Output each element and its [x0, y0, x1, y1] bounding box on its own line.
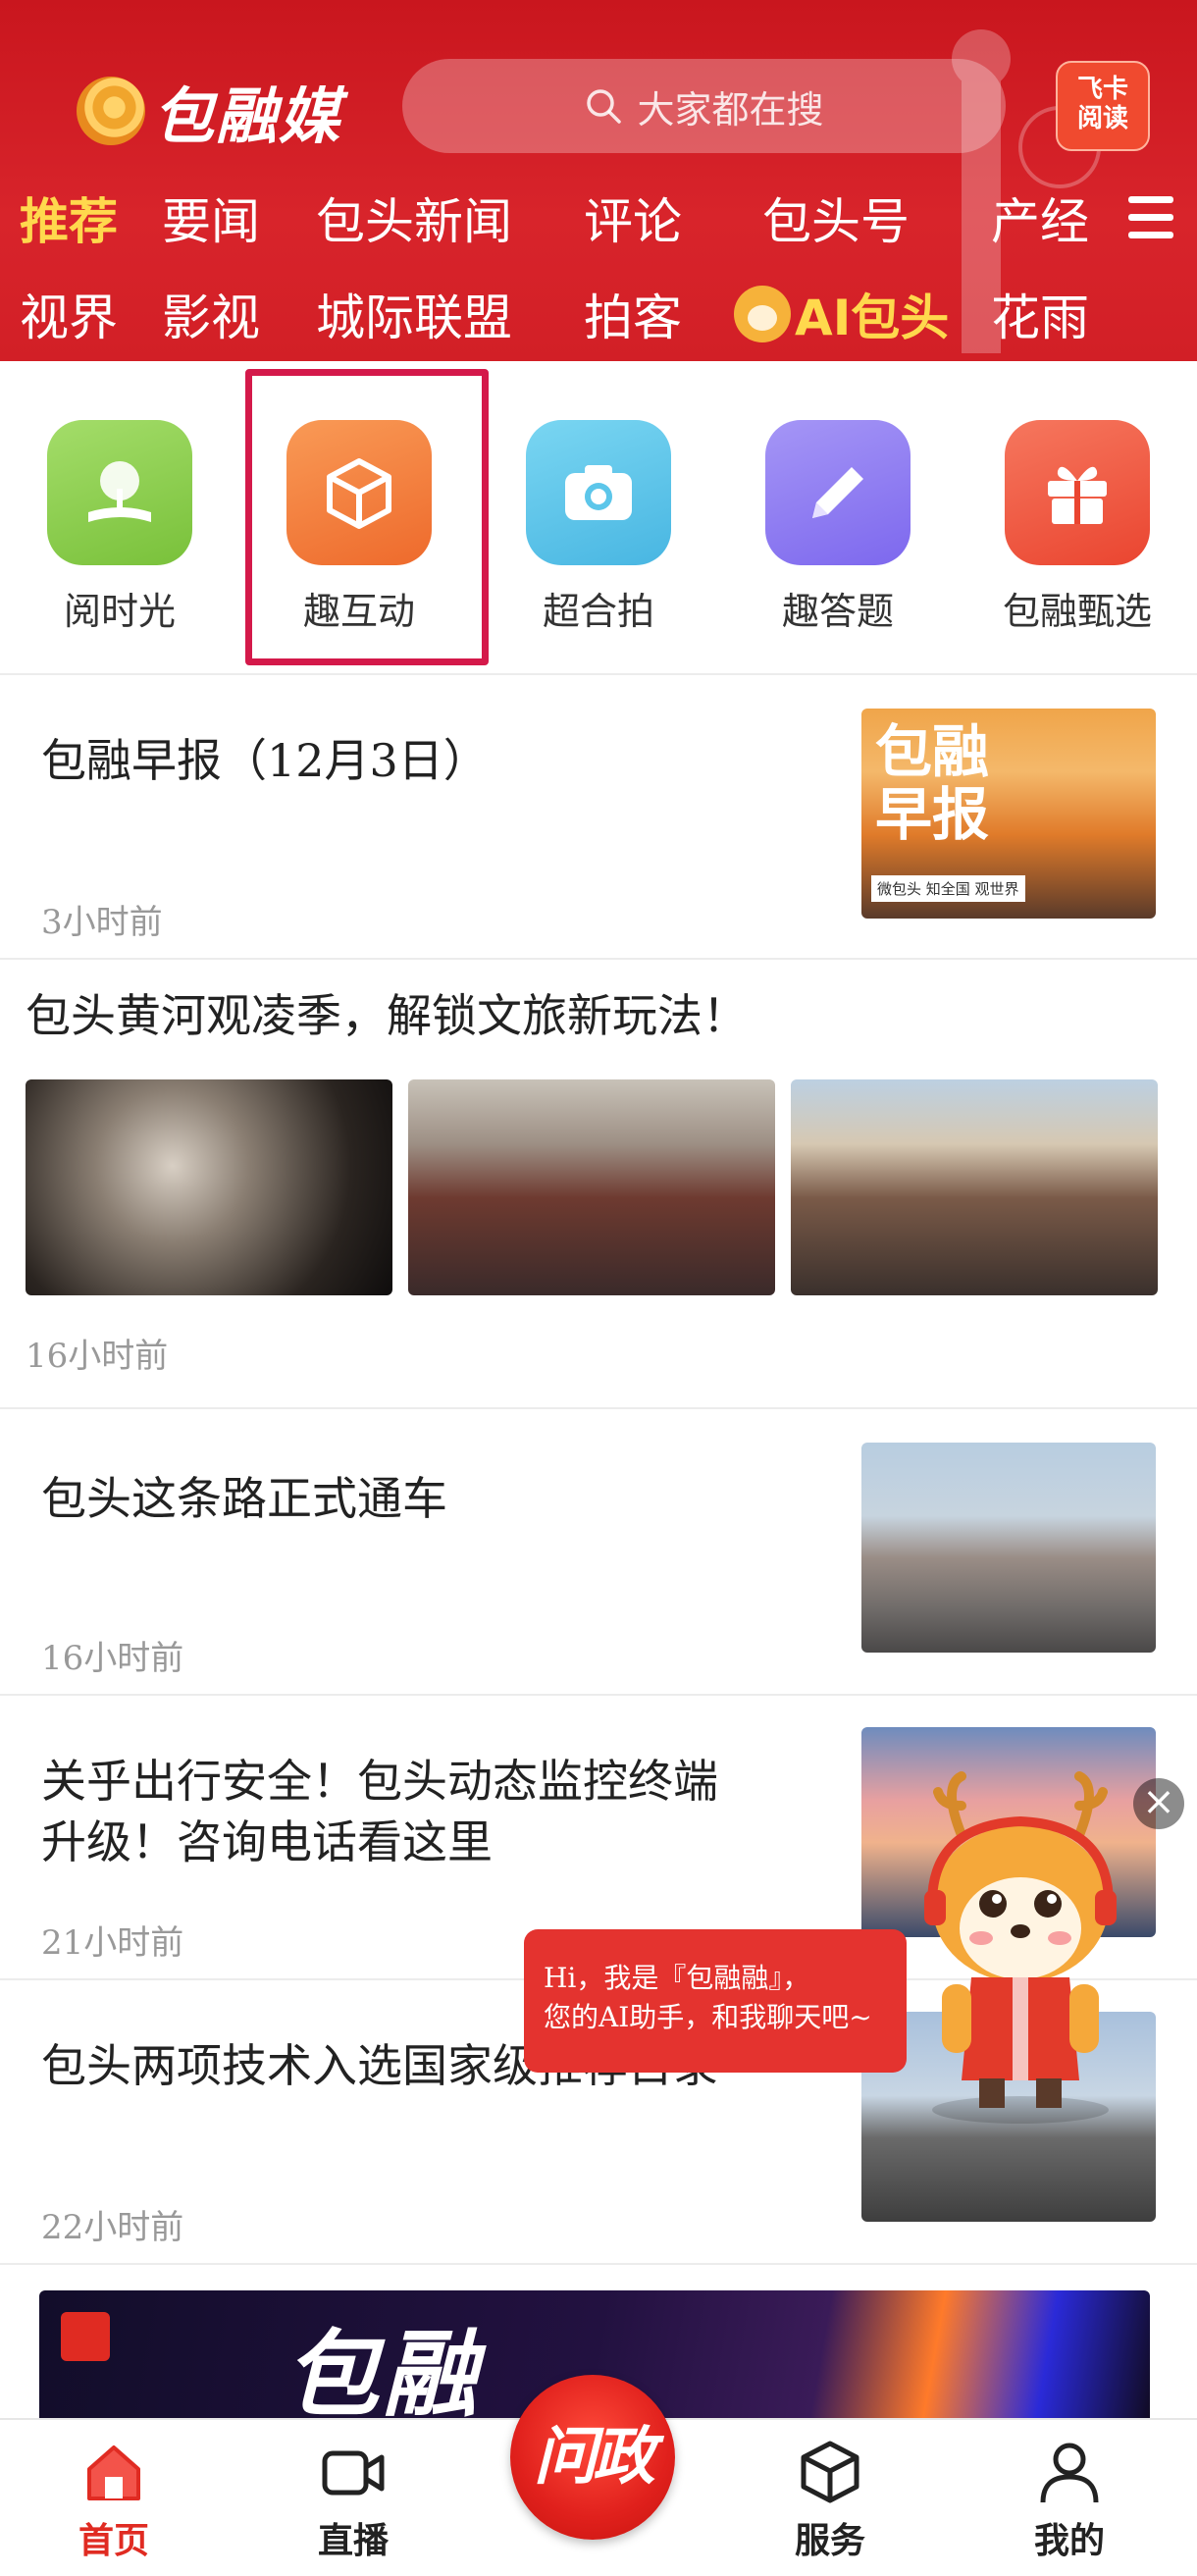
- nav-home[interactable]: 首页: [35, 2438, 192, 2563]
- news-title[interactable]: 包头这条路正式通车: [41, 1468, 447, 1529]
- feika-label-top: 飞卡: [1076, 75, 1128, 104]
- tab-baotou-account[interactable]: 包头号: [762, 183, 910, 253]
- logo-mark-icon: [77, 77, 145, 145]
- search-icon: [587, 89, 622, 124]
- quick-link-label: 趣答题: [781, 590, 894, 633]
- quick-link-quiz[interactable]: 趣答题: [740, 420, 936, 635]
- user-icon: [1040, 2443, 1099, 2503]
- tab-photographer[interactable]: 拍客: [584, 279, 682, 349]
- tab-commentary[interactable]: 评论: [584, 183, 682, 253]
- nav-live[interactable]: 直播: [275, 2438, 432, 2563]
- news-time: 16小时前: [41, 1639, 184, 1678]
- home-icon: [87, 2445, 140, 2500]
- news-title-line-2: 升级！咨询电话看这里: [41, 1815, 493, 1868]
- channel-tabs-row-1: 推荐 要闻 包头新闻 评论 包头号 产经: [0, 167, 1197, 261]
- assistant-greeting: Hi，我是『包融融』，: [544, 1962, 810, 1994]
- news-thumbnail[interactable]: [861, 1443, 1156, 1653]
- channel-menu-icon[interactable]: [1128, 196, 1173, 239]
- news-time: 16小时前: [26, 1337, 169, 1376]
- quick-link-label: 包融甄选: [1002, 590, 1152, 633]
- nav-mine-label: 我的: [1033, 2521, 1105, 2561]
- thumb-text-line-1: 包融: [875, 718, 990, 785]
- news-image-performers[interactable]: [408, 1079, 775, 1295]
- tab-intercity[interactable]: 城际联盟: [316, 279, 512, 349]
- selection-highlight: [245, 369, 489, 665]
- app-logo: 包融媒: [77, 67, 341, 155]
- tab-video[interactable]: 影视: [162, 279, 260, 349]
- video-camera-icon: [322, 2450, 385, 2496]
- cube-icon: [801, 2441, 859, 2503]
- news-time: 21小时前: [41, 1923, 184, 1963]
- close-assistant-icon[interactable]: ×: [1133, 1778, 1184, 1829]
- quick-link-photo[interactable]: 超合拍: [500, 420, 697, 635]
- nav-home-label: 首页: [78, 2521, 149, 2561]
- channel-tabs-row-2: 视界 影视 城际联盟 拍客 AI包头 花雨: [0, 263, 1197, 357]
- news-title[interactable]: 关乎出行安全！包头动态监控终端 升级！咨询电话看这里: [41, 1751, 718, 1872]
- banner-title: 包融: [285, 2319, 481, 2418]
- divider: [0, 1694, 1197, 1696]
- tab-huayu[interactable]: 花雨: [991, 279, 1089, 349]
- logo-text: 包融媒: [153, 80, 342, 152]
- ai-assistant-bubble[interactable]: Hi，我是『包融融』， 您的AI助手，和我聊天吧~: [524, 1929, 907, 2073]
- tab-ai-baotou[interactable]: AI包头: [734, 279, 949, 349]
- tab-recommend[interactable]: 推荐: [20, 183, 118, 253]
- quick-link-reading[interactable]: 阅时光: [22, 420, 218, 635]
- nav-service-label: 服务: [794, 2521, 865, 2561]
- divider: [0, 2263, 1197, 2265]
- news-image-ice-lights[interactable]: [26, 1079, 392, 1295]
- quick-link-label: 阅时光: [63, 590, 176, 633]
- feika-label-bottom: 阅读: [1076, 104, 1128, 133]
- tab-headlines[interactable]: 要闻: [162, 183, 260, 253]
- app-header: 包融媒 大家都在搜 飞卡 阅读 推荐 要闻 包头新闻 评论 包头号 产经 视界 …: [0, 0, 1197, 361]
- camera-icon: [526, 420, 671, 565]
- divider: [0, 1407, 1197, 1409]
- feika-read-button[interactable]: 飞卡 阅读: [1056, 61, 1150, 151]
- banner-logo-icon: [61, 2312, 110, 2361]
- news-thumbnail[interactable]: 包融 早报 微包头 知全国 观世界: [861, 709, 1156, 919]
- divider: [0, 958, 1197, 960]
- gift-icon: [1005, 420, 1150, 565]
- deer-mascot-icon[interactable]: [903, 1766, 1138, 2139]
- news-title[interactable]: 包头黄河观凌季，解锁文旅新玩法！: [26, 985, 748, 1046]
- thumb-text-line-2: 早报: [875, 781, 990, 848]
- news-title-line-1: 关乎出行安全！包头动态监控终端: [41, 1755, 718, 1808]
- pencil-icon: [765, 420, 911, 565]
- tab-economy[interactable]: 产经: [991, 183, 1089, 253]
- nav-mine[interactable]: 我的: [991, 2438, 1148, 2563]
- quick-link-label: 超合拍: [542, 590, 654, 633]
- news-image-parade[interactable]: [791, 1079, 1158, 1295]
- tab-ai-baotou-label: AI包头: [795, 289, 950, 346]
- deer-mascot-icon: [734, 286, 791, 342]
- tab-vision[interactable]: 视界: [20, 279, 118, 349]
- news-time: 3小时前: [41, 903, 163, 942]
- quick-link-select[interactable]: 包融甄选: [979, 420, 1175, 635]
- quick-links: 阅时光 趣互动 超合拍 趣答题 包融甄选: [0, 385, 1197, 673]
- nav-service[interactable]: 服务: [752, 2438, 909, 2563]
- news-time: 22小时前: [41, 2208, 184, 2247]
- search-bar[interactable]: 大家都在搜: [402, 59, 1006, 153]
- nav-live-label: 直播: [317, 2521, 389, 2561]
- tab-baotou-news[interactable]: 包头新闻: [316, 183, 512, 253]
- assistant-invite: 您的AI助手，和我聊天吧~: [544, 2001, 872, 2033]
- search-placeholder: 大家都在搜: [637, 87, 824, 131]
- thumb-caption: 微包头 知全国 观世界: [871, 875, 1025, 902]
- divider: [0, 673, 1197, 675]
- book-tree-icon: [47, 420, 192, 565]
- news-title[interactable]: 包融早报（12月3日）: [41, 730, 489, 791]
- center-inquiry-button[interactable]: 问政: [510, 2375, 675, 2540]
